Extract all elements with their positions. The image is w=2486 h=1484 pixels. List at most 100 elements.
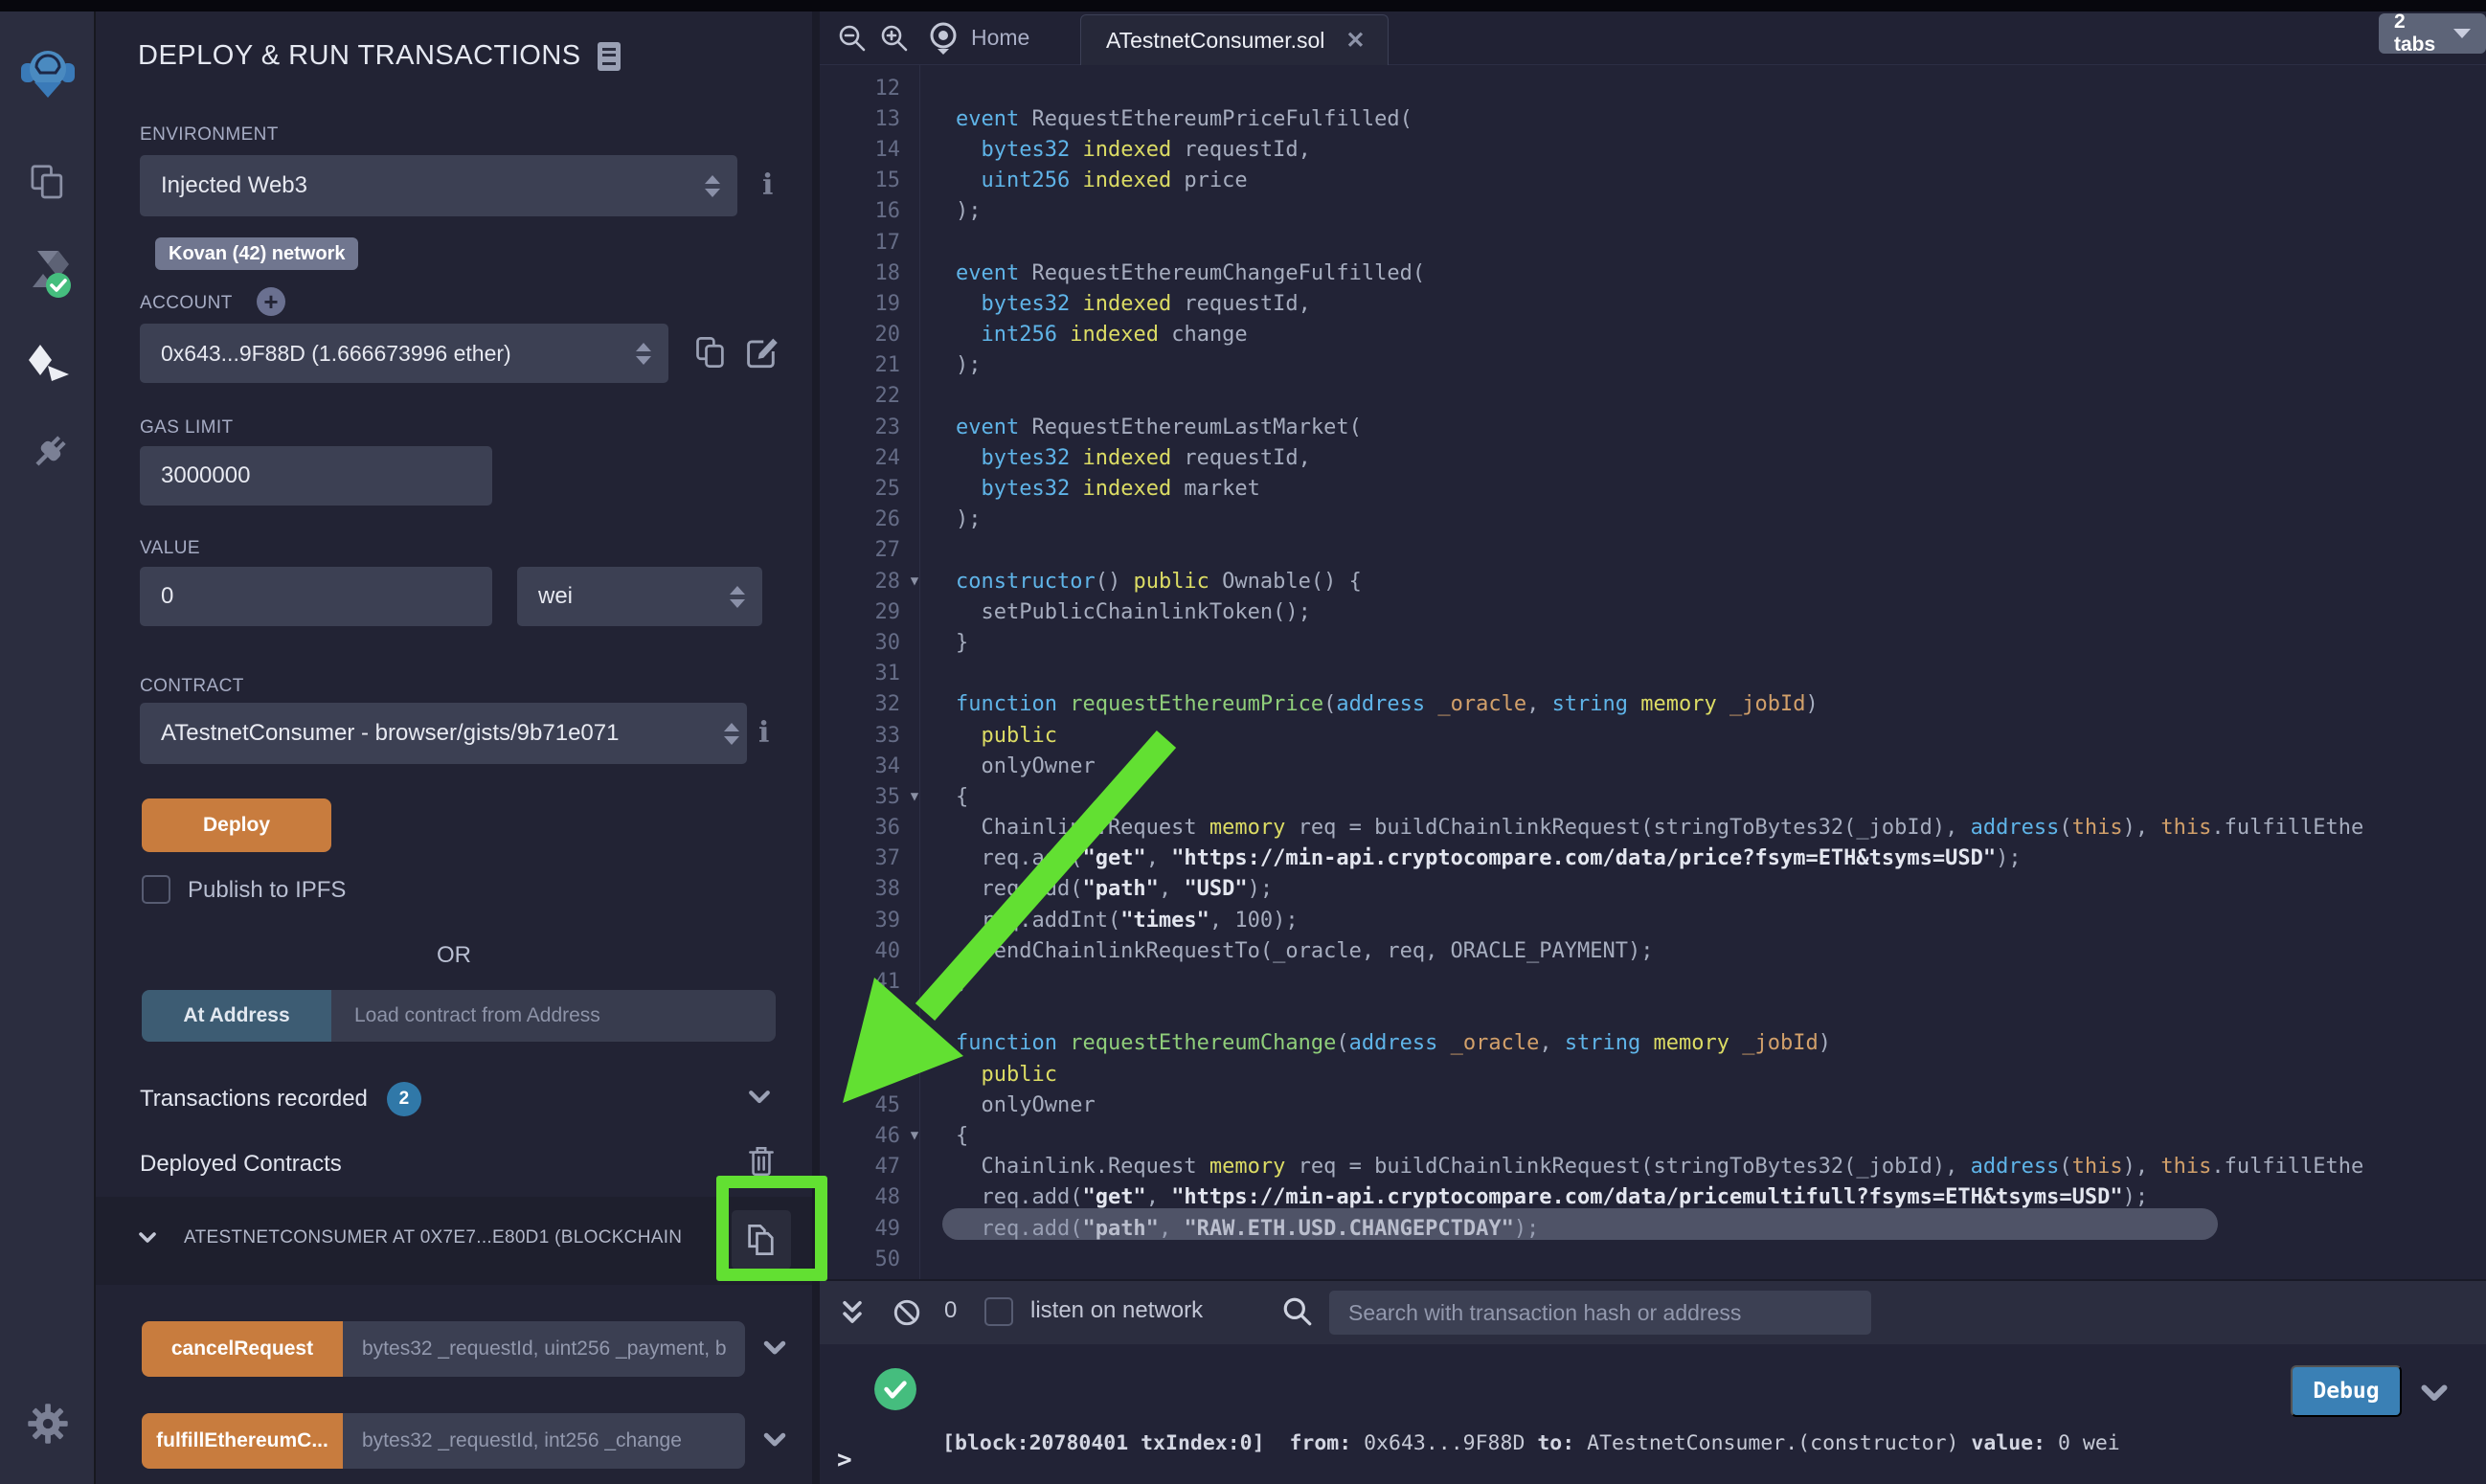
code-line: 25 bytes32 indexed market [820,473,2486,504]
panel-title: DEPLOY & RUN TRANSACTIONS [138,40,622,72]
remix-ide-window: DEPLOY & RUN TRANSACTIONS ENVIRONMENT In… [0,0,2486,1484]
fulfill-ethereum-params-input[interactable] [343,1413,745,1469]
gas-limit-input[interactable] [140,446,492,506]
select-stepper-icon [636,343,651,365]
deploy-run-panel: DEPLOY & RUN TRANSACTIONS ENVIRONMENT In… [96,11,820,1484]
code-line: 34 onlyOwner [820,751,2486,781]
sidebar-item-solidity-compiler[interactable] [0,247,96,301]
environment-label: ENVIRONMENT [140,124,279,146]
deployed-contracts-label: Deployed Contracts [140,1151,342,1178]
code-line: 40 sendChainlinkRequestTo(_oracle, req, … [820,935,2486,966]
terminal-search-input[interactable] [1329,1291,1871,1335]
log-expand-chevron-icon[interactable] [2417,1375,2452,1414]
contract-value: ATestnetConsumer - browser/gists/9b71e07… [161,720,724,747]
listen-network-checkbox[interactable] [984,1297,1013,1326]
zoom-out-icon[interactable] [837,23,868,58]
contract-expand-chevron-icon[interactable] [136,1225,159,1253]
tab-close-icon[interactable]: ✕ [1345,27,1365,55]
tab-label: ATestnetConsumer.sol [1106,28,1324,54]
value-input[interactable] [140,567,492,626]
code-line: 21); [820,350,2486,381]
remix-logo [0,46,96,101]
sidebar-item-plugin-manager[interactable] [0,431,96,477]
debug-button[interactable]: Debug [2291,1365,2402,1417]
terminal-toolbar: 0 listen on network [820,1281,2486,1344]
select-stepper-icon [724,723,739,745]
code-line: 32function requestEthereumPrice(address … [820,689,2486,720]
code-line: 24 bytes32 indexed requestId, [820,442,2486,473]
terminal-prompt[interactable]: > [837,1446,852,1474]
tab-home[interactable]: Home [971,25,1029,51]
tx-success-check-icon [873,1367,917,1416]
account-label: ACCOUNT [140,293,233,314]
code-viewport[interactable]: 1213event RequestEthereumPriceFulfilled(… [820,65,2486,1279]
sidebar-item-file-explorer[interactable] [0,161,96,205]
fulfill-ethereum-button[interactable]: fulfillEthereumC... [142,1413,343,1469]
gas-limit-label: GAS LIMIT [140,417,234,438]
value-unit-select[interactable]: wei [517,567,762,626]
icon-sidebar [0,11,96,1484]
environment-info-icon[interactable]: i [762,169,773,202]
horizontal-scrollbar[interactable] [942,1208,2218,1240]
tabs-count-dropdown[interactable]: 2 tabs [2379,13,2486,54]
code-line: 12 [820,73,2486,103]
publish-ipfs-label: Publish to IPFS [188,877,346,904]
code-line: 43function requestEthereumChange(address… [820,1028,2486,1059]
code-line: 33 public [820,720,2486,751]
expand-terminal-icon[interactable] [837,1296,868,1334]
expand-params-chevron-icon[interactable] [760,1425,789,1458]
contract-label: CONTRACT [140,676,244,697]
transaction-log-entry[interactable]: [block:20780401 txIndex:0] from: 0x643..… [942,1369,2120,1484]
code-line: 13event RequestEthereumPriceFulfilled( [820,103,2486,134]
contract-info-icon[interactable]: i [758,716,769,750]
chevron-down-icon [2453,29,2471,38]
home-tab-logo-icon [927,21,960,60]
code-line: 38 req.add("path", "USD"); [820,874,2486,905]
at-address-input[interactable] [331,990,776,1042]
fold-arrow-icon: ▼ [900,573,929,589]
fold-arrow-icon: ▼ [900,789,929,804]
deployed-contract-label: ATESTNETCONSUMER AT 0X7E7...E80D1 (BLOCK… [184,1227,720,1248]
contract-select[interactable]: ATestnetConsumer - browser/gists/9b71e07… [140,703,747,764]
code-line: 18event RequestEthereumChangeFulfilled( [820,258,2486,288]
settings-gear-icon[interactable] [0,1402,96,1446]
edit-account-icon[interactable] [743,333,780,370]
zoom-in-icon[interactable] [879,23,910,58]
account-select[interactable]: 0x643...9F88D (1.666673996 ether) [140,324,668,383]
deployed-contract-row[interactable]: ATESTNETCONSUMER AT 0X7E7...E80D1 (BLOCK… [96,1197,812,1285]
environment-select[interactable]: Injected Web3 [140,155,737,216]
code-line: 31 [820,659,2486,689]
expand-params-chevron-icon[interactable] [760,1333,789,1366]
add-account-icon[interactable]: + [257,287,285,316]
copy-account-icon[interactable] [693,333,728,371]
annotation-highlight-box [716,1176,827,1281]
sidebar-item-deploy-run[interactable] [0,343,96,389]
cancel-request-params-input[interactable] [343,1321,745,1377]
tab-atestnetconsumer[interactable]: ATestnetConsumer.sol ✕ [1080,14,1389,65]
code-line: 16); [820,196,2486,227]
code-line: 29 setPublicChainlinkToken(); [820,596,2486,627]
code-line: 50 [820,1244,2486,1274]
pending-tx-count: 0 [944,1297,957,1324]
code-line: 44 public [820,1059,2486,1090]
code-line: 27 [820,535,2486,566]
code-line: 30} [820,627,2486,658]
cancel-request-button[interactable]: cancelRequest [142,1321,343,1377]
value-label: VALUE [140,538,200,559]
code-line: 41} [820,966,2486,997]
select-stepper-icon [705,175,720,197]
clear-console-icon[interactable] [891,1296,923,1334]
transactions-chevron-down-icon[interactable] [745,1082,774,1115]
deploy-button[interactable]: Deploy [142,798,331,852]
search-icon [1281,1295,1314,1333]
at-address-button[interactable]: At Address [142,990,331,1042]
environment-value: Injected Web3 [161,172,705,199]
transactions-recorded-label: Transactions recorded [140,1086,368,1113]
code-line: 42 [820,998,2486,1028]
code-line: 19 bytes32 indexed requestId, [820,288,2486,319]
network-badge: Kovan (42) network [155,237,358,270]
transactions-count-badge: 2 [387,1082,421,1116]
code-line: 14 bytes32 indexed requestId, [820,134,2486,165]
code-line: 23event RequestEthereumLastMarket( [820,412,2486,442]
publish-ipfs-checkbox[interactable] [142,875,170,904]
